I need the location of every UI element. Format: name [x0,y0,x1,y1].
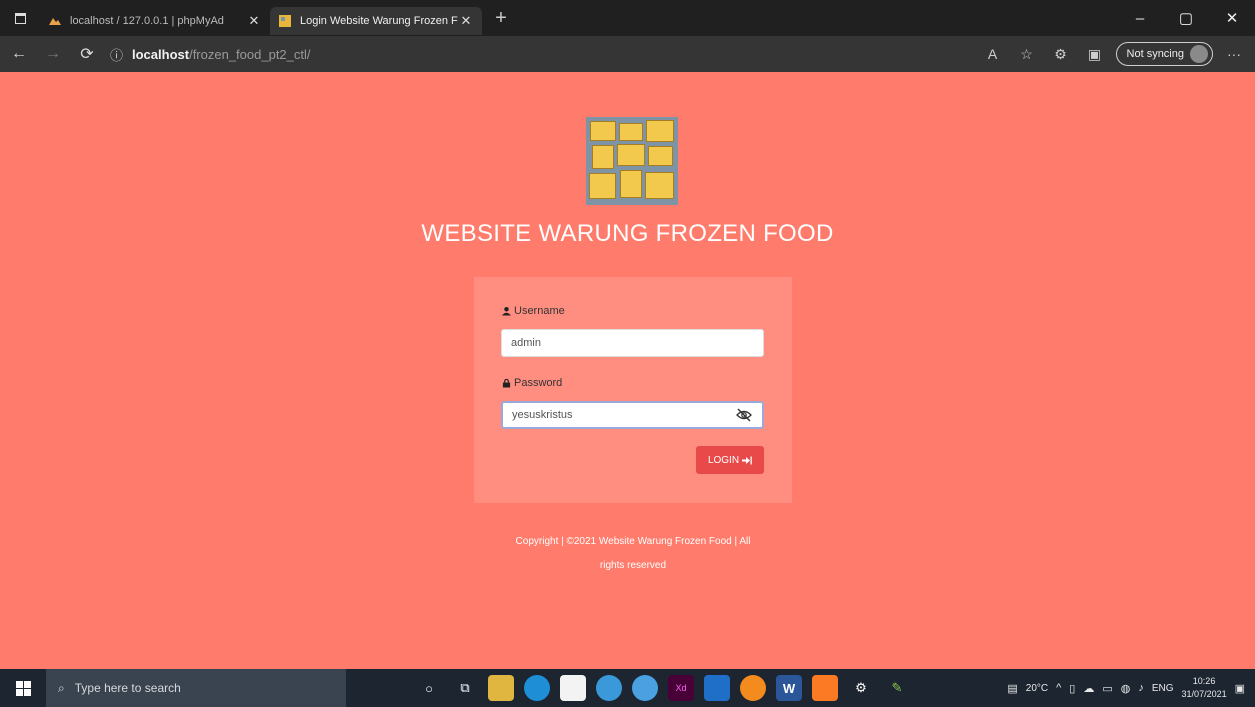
xampp-icon[interactable] [812,675,838,701]
tab-title: Login Website Warung Frozen F [300,15,458,27]
page-favicon-icon [278,14,292,28]
forward-button[interactable]: → [38,39,68,69]
cortana-icon[interactable]: ○ [416,675,442,701]
site-info-icon[interactable]: ⓘ [110,45,132,64]
vscode-icon[interactable] [704,675,730,701]
store-icon[interactable] [560,675,586,701]
sign-in-icon [742,456,752,464]
start-button[interactable] [0,669,46,707]
url-host: localhost [132,46,190,62]
search-icon: ⌕ [58,680,65,695]
app-icon[interactable]: ✎ [884,675,910,701]
password-label-group: Password [502,377,562,389]
window-controls: – ▢ ✕ [1117,0,1255,36]
word-icon[interactable]: W [776,675,802,701]
browser-tab-strip: localhost / 127.0.0.1 | phpMyAd ✕ Login … [0,0,1255,36]
phpmyadmin-favicon-icon [48,14,62,28]
favorite-star-icon[interactable]: ☆ [1014,41,1040,67]
close-window-button[interactable]: ✕ [1209,0,1255,36]
extensions-icon[interactable]: ⚙ [1048,41,1074,67]
notification-icon[interactable]: ▣ [1235,682,1245,695]
copyright-line-1: Copyright | ©2021 Website Warung Frozen … [515,536,751,547]
copyright-line-2: rights reserved [599,560,667,571]
xd-icon[interactable]: Xd [668,675,694,701]
username-value: admin [511,337,541,349]
address-bar[interactable]: ⓘ localhost /frozen_food_pt2_ctl/ [110,39,910,69]
copyright-footer: Copyright | ©2021 Website Warung Frozen … [474,530,792,578]
tab-login[interactable]: Login Website Warung Frozen F ✕ [270,7,482,35]
maximize-button[interactable]: ▢ [1163,0,1209,36]
new-tab-button[interactable]: + [486,7,516,30]
system-tray: ▤ 20°C ^ ▯ ☁ ▭ ◍ ♪ ENG 10:26 31/07/2021 … [1007,669,1255,707]
weather-text[interactable]: 20°C [1026,683,1048,694]
edge-icon[interactable] [524,675,550,701]
collections-icon[interactable]: ▣ [1082,41,1108,67]
browser-app-icon[interactable] [632,675,658,701]
tab-actions-icon[interactable] [0,0,40,36]
chrome-icon[interactable] [596,675,622,701]
windows-logo-icon [15,680,31,696]
settings-icon[interactable]: ⚙ [848,675,874,701]
task-view-icon[interactable]: ⧉ [452,675,478,701]
tab-close-icon[interactable]: ✕ [246,13,262,29]
profile-sync-button[interactable]: Not syncing [1115,42,1213,66]
eye-slash-icon[interactable] [736,408,752,422]
clock-date: 31/07/2021 [1181,689,1227,699]
username-input[interactable]: admin [501,329,764,357]
back-button[interactable]: ← [4,39,34,69]
password-label: Password [514,377,563,389]
tab-close-icon[interactable]: ✕ [458,13,474,29]
page-title: WEBSITE WARUNG FROZEN FOOD [421,220,834,247]
tab-title: localhost / 127.0.0.1 | phpMyAd [70,15,224,27]
news-widget-icon[interactable]: ▤ [1007,682,1017,695]
login-page: WEBSITE WARUNG FROZEN FOOD Username admi… [0,72,1255,669]
language-indicator[interactable]: ENG [1152,683,1174,694]
windows-taskbar: ⌕ Type here to search ○ ⧉ Xd W ⚙ ✎ ▤ 20°… [0,669,1255,707]
network-icon[interactable]: ☁ [1083,682,1094,695]
login-button-label: LOGIN [707,454,740,466]
file-explorer-icon[interactable] [488,675,514,701]
login-card: Username admin Password yesuskristus LOG… [474,277,792,503]
search-placeholder: Type here to search [74,681,181,695]
browser-toolbar: ← → ⟳ ⓘ localhost /frozen_food_pt2_ctl/ … [0,36,1255,72]
firefox-icon[interactable] [740,675,766,701]
volume-icon[interactable]: ♪ [1138,682,1144,694]
battery-icon[interactable]: ▭ [1102,682,1112,695]
taskbar-clock[interactable]: 10:26 31/07/2021 [1182,675,1227,701]
avatar [1190,45,1208,63]
site-logo [586,117,678,205]
username-label: Username [514,305,565,317]
tab-phpmyadmin[interactable]: localhost / 127.0.0.1 | phpMyAd ✕ [40,7,270,35]
globe-icon[interactable]: ◍ [1121,682,1131,695]
clock-time: 10:26 [1192,676,1216,686]
chevron-up-icon[interactable]: ^ [1056,682,1061,694]
password-input[interactable]: yesuskristus [501,401,764,429]
taskbar-apps: ○ ⧉ Xd W ⚙ ✎ [416,675,910,701]
minimize-button[interactable]: – [1117,0,1163,36]
refresh-button[interactable]: ⟳ [72,39,102,69]
login-button[interactable]: LOGIN [696,446,764,474]
user-icon [502,306,511,316]
url-path: /frozen_food_pt2_ctl/ [189,46,311,62]
lock-icon [502,378,511,388]
sync-label: Not syncing [1126,48,1184,60]
tray-app-icon[interactable]: ▯ [1069,682,1075,695]
read-aloud-icon[interactable]: A [980,41,1006,67]
username-label-group: Username [502,305,565,317]
taskbar-search-box[interactable]: ⌕ Type here to search [46,669,346,707]
more-menu-icon[interactable]: ··· [1221,41,1247,67]
password-value: yesuskristus [512,409,573,421]
